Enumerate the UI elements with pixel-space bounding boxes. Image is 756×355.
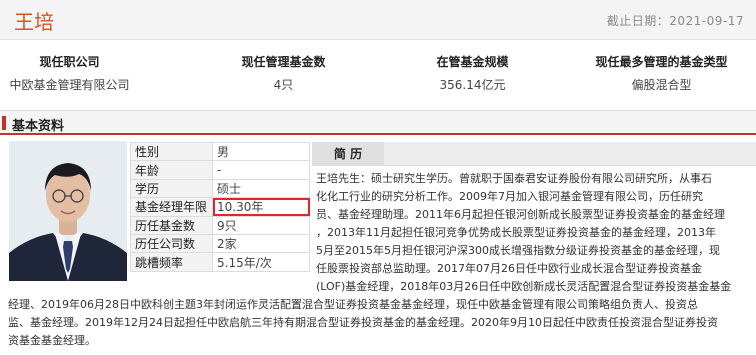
manager-header: 王培 截止日期：2021-09-17: [0, 0, 756, 40]
stat-fund-count: 现任管理基金数 4只: [189, 44, 378, 98]
bio-line: (LOF)基金经理，2018年03月26日任中欧创新成长灵活配置混合型证券投资基…: [316, 280, 732, 293]
bio-line: 王培先生：硕士研究生学历。曾就职于国泰君安证券股份有限公司研究所，从事石: [316, 172, 712, 185]
stat-value: 偏股混合型: [631, 78, 692, 92]
info-key: 年龄: [130, 160, 213, 180]
stat-fund-type: 现任最多管理的基金类型 偏股混合型: [567, 44, 756, 98]
basic-info-table: 性别男 年龄 - 学历 硕士 基金经理年限 10.30年 历任基金数 9只 历任公司数 2…: [130, 141, 310, 272]
section-header-basic-info: 基本资料: [0, 110, 756, 135]
bio-title: 简 历: [312, 142, 384, 166]
bio-line: 经理、2019年06月28日中欧科创主题3年封闭运作灵活配置混合型证券投资基金基…: [8, 298, 698, 311]
stat-value: 4只: [273, 78, 294, 92]
stat-label: 现任职公司: [39, 55, 100, 69]
stat-value: 中欧基金管理有限公司: [9, 78, 130, 92]
info-key: 性别: [130, 141, 213, 162]
stat-company: 现任职公司 中欧基金管理有限公司: [0, 44, 189, 98]
info-value: 2家: [212, 233, 310, 254]
manager-photo: [9, 141, 127, 281]
info-value: -: [212, 160, 310, 180]
info-row-job-change-frequency: 跳槽频率 5.15年/次: [130, 252, 310, 272]
bio-line: 5月至2015年5月担任银河沪深300成长增强指数分级证券投资基金的基金经理，现: [316, 244, 720, 257]
info-value-highlighted: 10.30年: [212, 197, 310, 217]
stat-label: 在管基金规模: [436, 55, 509, 69]
section-title: 基本资料: [12, 119, 65, 134]
stat-value: 356.14亿元: [439, 78, 506, 92]
info-row-gender: 性别男: [130, 141, 310, 162]
info-row-company-count: 历任公司数 2家: [130, 233, 310, 254]
stat-aum: 在管基金规模 356.14亿元: [378, 44, 567, 98]
info-key: 基金经理年限: [130, 197, 213, 217]
summary-stats: 现任职公司 中欧基金管理有限公司 现任管理基金数 4只 在管基金规模 356.1…: [0, 44, 756, 98]
info-value: 硕士: [212, 178, 310, 199]
info-key: 历任公司数: [130, 233, 213, 254]
portrait-image: [9, 141, 127, 281]
bio-header: 简 历: [312, 142, 756, 166]
bio-line: 资基金基金经理。: [8, 334, 96, 347]
bio-line: 监、基金经理。2019年12月24日起担任中欧启航三年持有期混合型证券投资基金的…: [8, 316, 718, 329]
cutoff-date: 截止日期：2021-09-17: [606, 14, 744, 28]
info-value: 男: [212, 141, 310, 162]
bio-line: 化化工行业的研究分析工作。2009年7月加入银河基金管理有限公司，历任研究: [316, 190, 703, 203]
bio-line: 员、基金经理助理。2011年6月起担任银河创新成长股票型证券投资基金的基金经理: [316, 208, 725, 221]
manager-name: 王培: [14, 10, 54, 34]
bio-line: 任股票投资部总监助理。2017年07月26日任中欧行业成长混合型证券投资基金: [316, 262, 702, 275]
section-marker: [2, 116, 6, 130]
stat-label: 现任最多管理的基金类型: [595, 55, 728, 69]
info-value: 5.15年/次: [212, 252, 310, 272]
info-key: 学历: [130, 178, 213, 199]
info-value: 9只: [212, 215, 310, 235]
bio-line: ，2013年11月起担任银河竞争优势成长股票型证券投资基金的基金经理，2013年: [316, 226, 716, 239]
info-row-tenure: 基金经理年限 10.30年: [130, 197, 310, 217]
stat-label: 现任管理基金数: [241, 55, 326, 69]
info-row-fund-count: 历任基金数 9只: [130, 215, 310, 235]
info-row-age: 年龄 -: [130, 160, 310, 180]
info-row-education: 学历 硕士: [130, 178, 310, 199]
info-key: 跳槽频率: [130, 252, 213, 272]
info-key: 历任基金数: [130, 215, 213, 235]
